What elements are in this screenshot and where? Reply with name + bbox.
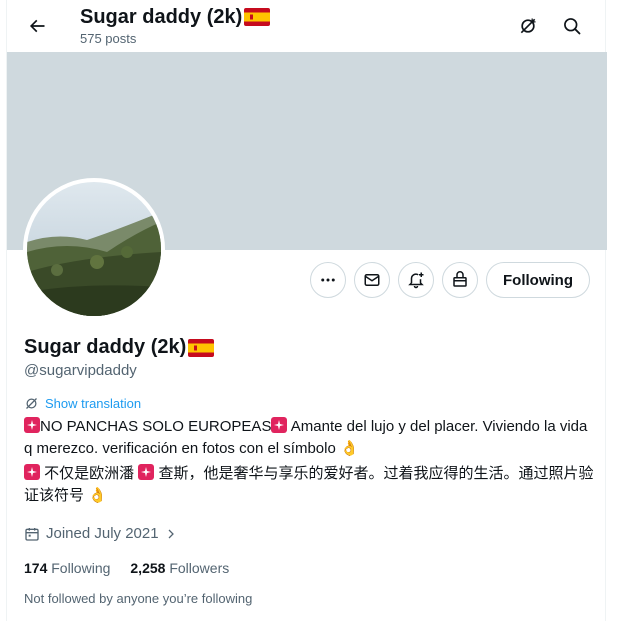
- arrow-left-icon: [29, 19, 45, 33]
- spain-flag-icon: [188, 338, 215, 357]
- joined-date[interactable]: Joined July 2021: [24, 525, 177, 542]
- following-link[interactable]: 174 Following: [24, 560, 110, 576]
- header-title-wrap: Sugar daddy (2k) 575 posts: [80, 5, 271, 46]
- following-button[interactable]: Following: [486, 262, 590, 298]
- search-icon: [564, 18, 581, 35]
- profile-name: Sugar daddy (2k): [24, 336, 215, 359]
- header-name: Sugar daddy (2k): [80, 6, 243, 28]
- bio-text-2a: 不仅是欧洲潘: [40, 465, 139, 482]
- header-title: Sugar daddy (2k): [80, 5, 271, 29]
- spain-flag-icon: [244, 8, 271, 26]
- bio-line-chinese: 不仅是欧洲潘 查斯，他是奢华与享乐的爱好者。过着我应得的生活。通过照片验证该符号…: [24, 463, 594, 507]
- siren-icon: [24, 417, 40, 433]
- message-button[interactable]: [354, 262, 390, 298]
- joined-label: Joined July 2021: [46, 525, 159, 542]
- bio-line-spanish: NO PANCHAS SOLO EUROPEAS Amante del lujo…: [24, 416, 594, 460]
- not-followed-note: Not followed by anyone you’re following: [24, 591, 253, 606]
- no-translate-icon: [520, 18, 536, 34]
- profile-page: Sugar daddy (2k) 575 posts Following Sug…: [6, 0, 607, 621]
- following-count: 174: [24, 560, 48, 576]
- more-button[interactable]: [310, 262, 346, 298]
- no-translate-button[interactable]: [510, 8, 546, 44]
- bio-text-1a: NO PANCHAS SOLO EUROPEAS: [40, 418, 272, 435]
- follow-stats: 174 Following 2,258 Followers: [24, 560, 229, 576]
- calendar-icon: [25, 527, 39, 541]
- avatar[interactable]: [23, 178, 165, 320]
- show-translation-label: Show translation: [45, 396, 142, 411]
- bell-plus-icon: [408, 272, 424, 289]
- profile-handle: @sugarvipdaddy: [24, 362, 137, 379]
- gift-icon: [453, 271, 467, 287]
- siren-icon: [271, 417, 288, 433]
- show-translation-link[interactable]: Show translation: [24, 396, 141, 411]
- chevron-right-icon: [168, 529, 174, 538]
- notify-button[interactable]: [398, 262, 434, 298]
- mail-icon: [364, 274, 380, 286]
- translate-icon: [26, 398, 37, 409]
- subscribe-button[interactable]: [442, 262, 478, 298]
- more-icon: [321, 278, 335, 282]
- avatar-photo: [27, 182, 161, 316]
- ok-hand-icon: 👌: [88, 487, 107, 504]
- followers-link[interactable]: 2,258 Followers: [130, 560, 229, 576]
- back-button[interactable]: [19, 8, 55, 44]
- profile-name-text: Sugar daddy (2k): [24, 336, 187, 358]
- ok-hand-icon: 👌: [339, 440, 359, 457]
- search-button[interactable]: [554, 8, 590, 44]
- siren-icon: [24, 464, 40, 480]
- posts-count: 575 posts: [80, 31, 137, 46]
- followers-count: 2,258: [130, 560, 166, 576]
- following-label: Following: [51, 560, 111, 576]
- siren-icon: [138, 464, 155, 480]
- top-bar: Sugar daddy (2k) 575 posts: [7, 0, 607, 52]
- followers-label: Followers: [169, 560, 230, 576]
